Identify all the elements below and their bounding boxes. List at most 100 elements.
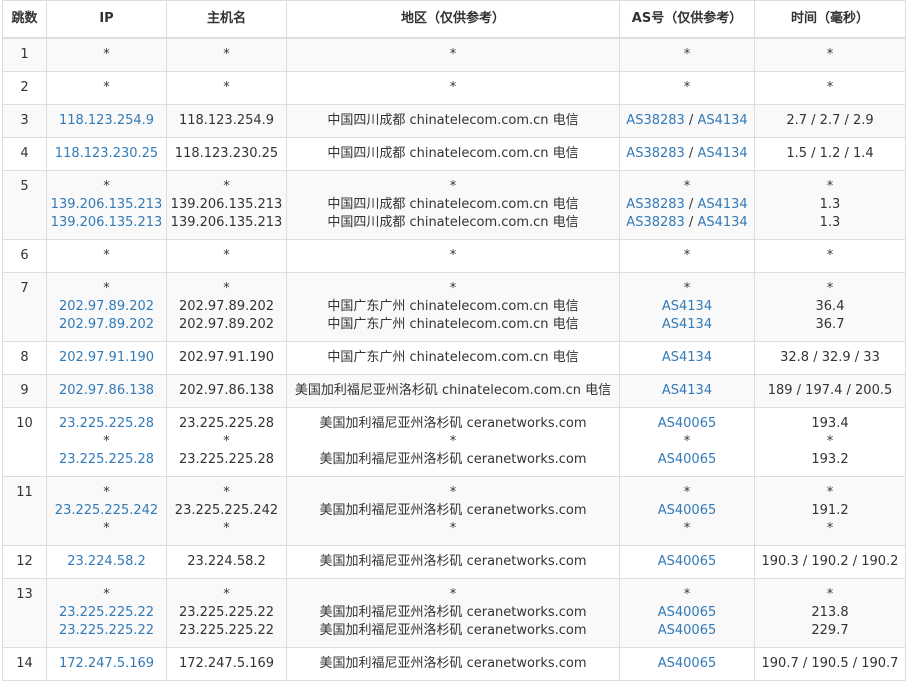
time-text: 1.3 <box>819 215 841 230</box>
ip-link[interactable]: 202.97.89.202 <box>59 317 154 332</box>
ip-line: 139.206.135.213 <box>49 196 164 214</box>
host-line: * <box>169 178 284 196</box>
host-line: 23.224.58.2 <box>169 553 284 571</box>
time-line: 213.8 <box>757 604 903 622</box>
ip-text: * <box>103 248 110 263</box>
host-line: 23.225.225.242 <box>169 502 284 520</box>
as-link[interactable]: AS4134 <box>697 113 747 128</box>
as-link[interactable]: AS40065 <box>658 452 717 467</box>
ip-link[interactable]: 23.224.58.2 <box>67 554 146 569</box>
host-text: 23.225.225.22 <box>178 623 275 638</box>
host-line: 139.206.135.213 <box>169 214 284 232</box>
host-text: 118.123.230.25 <box>174 146 279 161</box>
ip-link[interactable]: 202.97.86.138 <box>59 383 154 398</box>
as-text: * <box>683 179 691 194</box>
hop-number: 6 <box>2 239 47 273</box>
as-link[interactable]: AS38283 <box>626 215 685 230</box>
ip-line: 202.97.89.202 <box>49 298 164 316</box>
region-line: 美国加利福尼亚州洛杉矶 ceranetworks.com <box>289 604 617 622</box>
time-line: * <box>757 247 903 265</box>
host-text: 23.224.58.2 <box>187 554 266 569</box>
ip-link[interactable]: 23.225.225.242 <box>55 503 158 518</box>
as-line: AS38283 / AS4134 <box>622 112 752 130</box>
cell-as: AS40065 <box>619 647 755 681</box>
region-line: 美国加利福尼亚州洛杉矶 ceranetworks.com <box>289 655 617 673</box>
ip-link[interactable]: 23.225.225.22 <box>59 605 154 620</box>
as-link[interactable]: AS40065 <box>658 416 717 431</box>
cell-time: 190.3 / 190.2 / 190.2 <box>754 545 906 579</box>
ip-link[interactable]: 202.97.89.202 <box>59 299 154 314</box>
time-line: * <box>757 520 903 538</box>
as-link[interactable]: AS40065 <box>658 605 717 620</box>
ip-link[interactable]: 139.206.135.213 <box>51 215 163 230</box>
as-link[interactable]: AS40065 <box>658 554 717 569</box>
region-line: * <box>289 79 617 97</box>
as-link[interactable]: AS4134 <box>697 146 747 161</box>
as-link[interactable]: AS4134 <box>662 299 712 314</box>
table-body: 1 * * * * * 2 * * * * * 3 118.123.254.9 118.123.254.9 中… <box>2 37 906 681</box>
ip-link[interactable]: 23.225.225.28 <box>59 416 154 431</box>
region-line: * <box>289 247 617 265</box>
ip-link[interactable]: 23.225.225.22 <box>59 623 154 638</box>
ip-text: * <box>103 80 110 95</box>
as-line: AS38283 / AS4134 <box>622 196 752 214</box>
time-line: 191.2 <box>757 502 903 520</box>
region-text: 中国四川成都 chinatelecom.com.cn 电信 <box>327 215 579 230</box>
as-link[interactable]: AS40065 <box>658 656 717 671</box>
region-line: 中国四川成都 chinatelecom.com.cn 电信 <box>289 196 617 214</box>
as-link[interactable]: AS4134 <box>662 317 712 332</box>
as-link[interactable]: AS4134 <box>662 350 712 365</box>
as-link[interactable]: AS38283 <box>626 113 685 128</box>
host-line: 118.123.254.9 <box>169 112 284 130</box>
as-link[interactable]: AS4134 <box>697 197 747 212</box>
host-text: 23.225.225.22 <box>178 605 275 620</box>
hop-number: 1 <box>2 37 47 72</box>
ip-text: * <box>103 587 110 602</box>
ip-link[interactable]: 202.97.91.190 <box>59 350 154 365</box>
ip-link[interactable]: 118.123.230.25 <box>55 146 158 161</box>
region-text: 美国加利福尼亚州洛杉矶 ceranetworks.com <box>319 605 587 620</box>
hop-number: 7 <box>2 272 47 342</box>
cell-host: 23.225.225.28 * 23.225.225.28 <box>166 407 287 477</box>
table-row: 5 * 139.206.135.213 139.206.135.213 * 139.206… <box>2 170 906 240</box>
ip-link[interactable]: 23.225.225.28 <box>59 452 154 467</box>
hop-number: 5 <box>2 170 47 240</box>
cell-time: 189 / 197.4 / 200.5 <box>754 374 906 408</box>
ip-link[interactable]: 139.206.135.213 <box>51 197 163 212</box>
as-link[interactable]: AS40065 <box>658 623 717 638</box>
region-line: 美国加利福尼亚州洛杉矶 ceranetworks.com <box>289 415 617 433</box>
cell-as: * <box>619 239 755 273</box>
table-row: 14 172.247.5.169 172.247.5.169 美国加利福尼亚州洛杉矶 … <box>2 647 906 681</box>
host-text: 202.97.86.138 <box>178 383 275 398</box>
host-text: * <box>223 485 230 500</box>
host-line: 139.206.135.213 <box>169 196 284 214</box>
as-line: * <box>622 433 752 451</box>
as-link[interactable]: AS38283 <box>626 146 685 161</box>
as-link[interactable]: AS40065 <box>658 503 717 518</box>
host-line: * <box>169 520 284 538</box>
cell-region: 中国四川成都 chinatelecom.com.cn 电信 <box>286 137 620 171</box>
ip-link[interactable]: 172.247.5.169 <box>59 656 154 671</box>
as-link[interactable]: AS4134 <box>662 383 712 398</box>
as-link[interactable]: AS4134 <box>697 215 747 230</box>
ip-line: 139.206.135.213 <box>49 214 164 232</box>
host-line: 202.97.89.202 <box>169 298 284 316</box>
time-text: * <box>826 248 834 263</box>
region-line: 中国四川成都 chinatelecom.com.cn 电信 <box>289 112 617 130</box>
cell-time: 2.7 / 2.7 / 2.9 <box>754 104 906 138</box>
ip-link[interactable]: 118.123.254.9 <box>59 113 154 128</box>
ip-line: 202.97.86.138 <box>49 382 164 400</box>
as-link[interactable]: AS38283 <box>626 197 685 212</box>
table-row: 3 118.123.254.9 118.123.254.9 中国四川成都 chinat… <box>2 104 906 138</box>
cell-region: 美国加利福尼亚州洛杉矶 ceranetworks.com * 美国加利福尼亚州洛杉矶… <box>286 407 620 477</box>
host-line: 172.247.5.169 <box>169 655 284 673</box>
region-line: * <box>289 484 617 502</box>
host-text: 202.97.89.202 <box>178 317 275 332</box>
cell-host: 172.247.5.169 <box>166 647 287 681</box>
cell-region: * <box>286 37 620 72</box>
cell-region: 美国加利福尼亚州洛杉矶 ceranetworks.com <box>286 545 620 579</box>
region-text: 中国四川成都 chinatelecom.com.cn 电信 <box>327 146 579 161</box>
cell-time: * 36.4 36.7 <box>754 272 906 342</box>
cell-as: * AS38283 / AS4134 AS38283 / AS4134 <box>619 170 755 240</box>
time-text: 193.4 <box>811 416 849 431</box>
